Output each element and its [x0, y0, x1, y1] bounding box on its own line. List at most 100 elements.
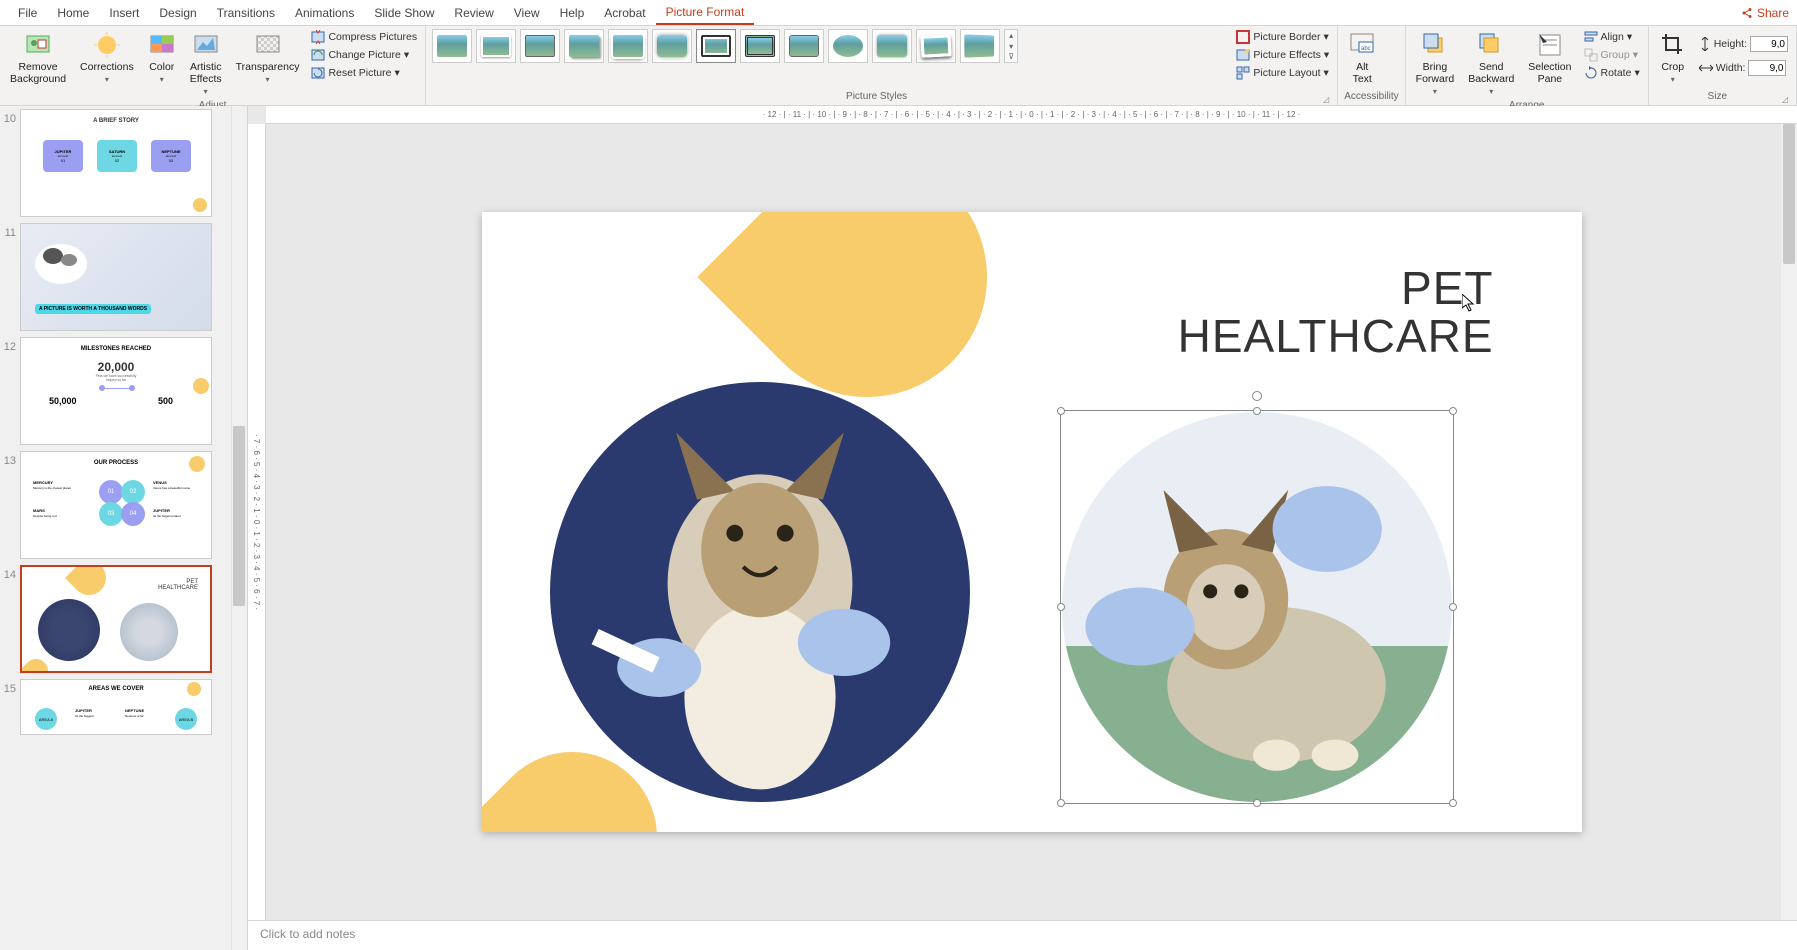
width-field[interactable]: Width:	[1697, 59, 1790, 77]
slide-thumbnail-11[interactable]: 11A PICTURE IS WORTH A THOUSAND WORDS	[0, 220, 247, 334]
alt-text-icon: abc	[1348, 31, 1376, 59]
alt-text-button[interactable]: abc Alt Text	[1344, 29, 1380, 87]
menu-review[interactable]: Review	[444, 2, 503, 24]
slide-thumbnail-preview[interactable]: OUR PROCESS01020304MERCURYMercury is the…	[20, 451, 212, 559]
vertical-ruler: · 7 · 6 · 5 · 4 · 3 · 2 · 1 · 0 · 1 · 2 …	[248, 124, 266, 920]
crop-button[interactable]: Crop▾	[1655, 29, 1691, 86]
slide-thumbnail-preview[interactable]: A PICTURE IS WORTH A THOUSAND WORDS	[20, 223, 212, 331]
change-picture-button[interactable]: Change Picture ▾	[309, 47, 419, 63]
share-button[interactable]: Share	[1741, 6, 1789, 20]
notes-pane[interactable]: Click to add notes	[248, 920, 1797, 950]
share-icon	[1741, 7, 1753, 19]
backward-icon	[1477, 31, 1505, 59]
corrections-icon	[93, 31, 121, 59]
transparency-button[interactable]: Transparency▾	[232, 29, 304, 86]
accessibility-group-label: Accessibility	[1344, 89, 1398, 104]
height-field[interactable]: Height:	[1697, 35, 1790, 53]
slide-number: 10	[2, 109, 20, 125]
transparency-icon	[254, 31, 282, 59]
slide-thumbnail-preview[interactable]: MILESTONES REACHED20,000Pets we have suc…	[20, 337, 212, 445]
thumbnail-scrollbar-thumb[interactable]	[233, 426, 245, 606]
color-button[interactable]: Color▾	[144, 29, 180, 86]
resize-handle-sw[interactable]	[1057, 799, 1065, 807]
slide-thumbnail-10[interactable]: 10A BRIEF STORYJUPITERtext text01SATURNt…	[0, 106, 247, 220]
resize-handle-ne[interactable]	[1449, 407, 1457, 415]
picture-styles-dialog-launcher[interactable]: ◿	[1321, 95, 1331, 104]
resize-handle-se[interactable]	[1449, 799, 1457, 807]
reset-picture-button[interactable]: Reset Picture ▾	[309, 65, 419, 81]
group-button[interactable]: Group ▾	[1582, 47, 1642, 63]
menu-file[interactable]: File	[8, 2, 47, 24]
slide-number: 12	[2, 337, 20, 353]
slide-title-text[interactable]: PETHEALTHCARE	[1178, 264, 1494, 361]
slide-thumbnail-13[interactable]: 13OUR PROCESS01020304MERCURYMercury is t…	[0, 448, 247, 562]
color-icon	[148, 31, 176, 59]
selection-pane-button[interactable]: Selection Pane	[1524, 29, 1575, 87]
resize-handle-nw[interactable]	[1057, 407, 1065, 415]
thumbnail-scrollbar[interactable]	[231, 106, 247, 950]
compress-pictures-button[interactable]: Compress Pictures	[309, 29, 419, 45]
remove-background-button[interactable]: Remove Background	[6, 29, 70, 87]
align-icon	[1584, 30, 1598, 44]
menu-home[interactable]: Home	[47, 2, 99, 24]
artistic-effects-button[interactable]: Artistic Effects▾	[186, 29, 226, 98]
remove-bg-icon	[24, 31, 52, 59]
svg-text:abc: abc	[1361, 46, 1371, 52]
selection-pane-icon	[1536, 31, 1564, 59]
rotate-handle[interactable]	[1252, 391, 1262, 401]
height-input[interactable]	[1750, 36, 1788, 52]
rotate-button[interactable]: Rotate ▾	[1582, 65, 1642, 81]
send-backward-button[interactable]: Send Backward▾	[1464, 29, 1518, 98]
size-dialog-launcher[interactable]: ◿	[1780, 95, 1790, 104]
slide-thumbnail-15[interactable]: 15AREAS WE COVERAREA AJUPITERIts the big…	[0, 676, 247, 738]
cat-image-right[interactable]	[1062, 412, 1452, 802]
picture-border-button[interactable]: Picture Border ▾	[1234, 29, 1331, 45]
slide-canvas[interactable]: PETHEALTHCARE	[482, 212, 1582, 832]
menu-insert[interactable]: Insert	[99, 2, 149, 24]
reset-icon	[311, 66, 325, 80]
menu-acrobat[interactable]: Acrobat	[594, 2, 655, 24]
menu-animations[interactable]: Animations	[285, 2, 364, 24]
picture-layout-button[interactable]: Picture Layout ▾	[1234, 65, 1331, 81]
ribbon-group-adjust: Remove Background Corrections▾ Color▾ Ar…	[0, 26, 426, 105]
menu-picture-format[interactable]: Picture Format	[656, 1, 755, 25]
crop-icon	[1659, 31, 1687, 59]
width-icon	[1699, 62, 1713, 74]
rotate-icon	[1584, 66, 1598, 80]
align-button[interactable]: Align ▾	[1582, 29, 1642, 45]
picture-effects-button[interactable]: Picture Effects ▾	[1234, 47, 1331, 63]
menu-transitions[interactable]: Transitions	[207, 2, 285, 24]
height-icon	[1699, 37, 1711, 51]
ribbon-group-arrange: Bring Forward▾ Send Backward▾ Selection …	[1406, 26, 1649, 105]
slide-thumbnail-14[interactable]: 14PETHEALTHCARE	[0, 562, 247, 676]
group-icon	[1584, 48, 1598, 62]
ribbon-group-picture-styles: ▴▾⊽ Picture Border ▾ Picture Effects ▾ P…	[426, 26, 1338, 105]
editor-vertical-scrollbar[interactable]	[1781, 124, 1797, 920]
layout-icon	[1236, 66, 1250, 80]
menu-design[interactable]: Design	[149, 2, 206, 24]
picture-styles-group-label: Picture Styles	[432, 89, 1321, 104]
menu-view[interactable]: View	[504, 2, 550, 24]
slide-number: 15	[2, 679, 20, 695]
slide-thumbnail-preview[interactable]: A BRIEF STORYJUPITERtext text01SATURNtex…	[20, 109, 212, 217]
slide-number: 14	[2, 565, 20, 581]
picture-styles-gallery[interactable]: ▴▾⊽	[432, 29, 1228, 63]
corrections-button[interactable]: Corrections▾	[76, 29, 138, 86]
ribbon-group-accessibility: abc Alt Text Accessibility	[1338, 26, 1405, 105]
horizontal-ruler: · 12 · | · 11 · | · 10 · | · 9 · | · 8 ·…	[266, 106, 1797, 124]
slide-number: 13	[2, 451, 20, 467]
slide-thumbnail-12[interactable]: 12MILESTONES REACHED20,000Pets we have s…	[0, 334, 247, 448]
bring-forward-button[interactable]: Bring Forward▾	[1412, 29, 1459, 98]
cat-image-left[interactable]	[550, 382, 970, 802]
slide-number: 11	[2, 223, 20, 239]
width-input[interactable]	[1748, 60, 1786, 76]
slide-thumbnail-preview[interactable]: PETHEALTHCARE	[20, 565, 212, 673]
editor-scrollbar-thumb[interactable]	[1783, 124, 1795, 264]
slide-thumbnail-preview[interactable]: AREAS WE COVERAREA AJUPITERIts the bigge…	[20, 679, 212, 735]
slide-thumbnail-panel: 10A BRIEF STORYJUPITERtext text01SATURNt…	[0, 106, 248, 950]
menu-help[interactable]: Help	[550, 2, 595, 24]
menu-slideshow[interactable]: Slide Show	[364, 2, 444, 24]
menu-bar: File Home Insert Design Transitions Anim…	[0, 0, 1797, 26]
ribbon-group-size: Crop▾ Height: Width: Size◿	[1649, 26, 1797, 105]
gallery-more-button[interactable]: ▴▾⊽	[1004, 29, 1018, 63]
